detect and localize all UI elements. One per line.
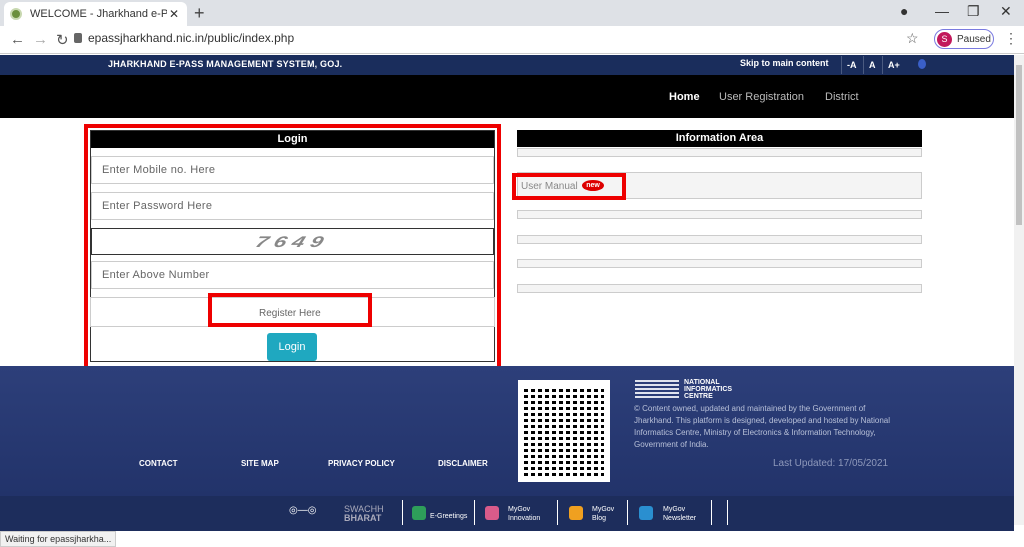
mygov-blog-icon [569,506,583,520]
profile-button[interactable]: S Paused [934,29,994,49]
main-nav: Home User Registration District [0,75,1014,118]
password-input[interactable]: Enter Password Here [91,192,494,220]
profile-status: Paused [957,33,991,45]
tab-title: WELCOME - Jharkhand e-Pass M [30,8,167,20]
address-bar: ← → ↻ epassjharkhand.nic.in/public/index… [0,26,1024,54]
back-icon[interactable]: ← [10,31,25,48]
swachh-bharat-logo[interactable]: SWACHH BHARAT [344,505,384,523]
close-tab-icon[interactable]: ✕ [167,7,181,21]
minimize-icon[interactable]: — [935,3,949,19]
footer-contact-link[interactable]: CONTACT [139,459,178,468]
info-area-title: Information Area [517,130,922,147]
site-name: JHARKHAND E-PASS MANAGEMENT SYSTEM, GOJ. [108,59,343,69]
footer-disclaimer-link[interactable]: DISCLAIMER [438,459,488,468]
info-row [517,284,922,293]
mygov-innovation-icon [485,506,499,520]
mygov-newsletter-icon [639,506,653,520]
lock-icon [74,33,82,43]
nic-name: NATIONAL INFORMATICS CENTRE [684,379,733,400]
footer-description: © Content owned, updated and maintained … [634,404,891,449]
extension-icon[interactable]: ● [900,3,908,19]
user-manual-link[interactable]: User Manual [521,181,578,192]
mygov-blog-link[interactable]: MyGov Blog [592,505,614,523]
egreetings-link[interactable]: E-Greetings [430,512,467,521]
qr-code [518,380,610,482]
contrast-icon[interactable] [918,59,926,69]
captcha-image: 7649 [91,228,494,255]
partner-links-bar [0,496,1014,531]
info-row [517,235,922,244]
forward-icon[interactable]: → [33,31,48,48]
info-row [517,259,922,268]
info-row [517,148,922,157]
nav-home[interactable]: Home [669,91,700,103]
restore-icon[interactable]: ❐ [967,3,980,20]
scrollbar-thumb[interactable] [1016,65,1022,225]
captcha-text: 7649 [252,232,333,250]
avatar: S [937,31,952,47]
divider [557,500,558,525]
new-tab-icon[interactable]: + [194,3,205,23]
divider [727,500,728,525]
browser-tab[interactable]: WELCOME - Jharkhand e-Pass M ✕ [4,2,187,26]
mygov-newsletter-link[interactable]: MyGov Newsletter [663,505,696,523]
skip-to-main-link[interactable]: Skip to main content [740,58,829,68]
divider [711,500,712,525]
nav-district[interactable]: District [825,91,859,103]
login-panel: Login Enter Mobile no. Here Enter Passwo… [90,130,495,362]
register-link[interactable]: Register Here [259,308,321,319]
font-normal-button[interactable]: A [863,56,881,74]
nav-user-registration[interactable]: User Registration [719,91,804,103]
divider [402,500,403,525]
nic-logo-icon [635,380,679,398]
login-title: Login [91,131,494,148]
top-strip: JHARKHAND E-PASS MANAGEMENT SYSTEM, GOJ.… [0,55,1014,75]
browser-tab-bar: WELCOME - Jharkhand e-Pass M ✕ + ● — ❐ ✕ [0,0,1024,26]
font-increase-button[interactable]: A+ [882,56,905,74]
captcha-input[interactable]: Enter Above Number [91,261,494,289]
browser-status-bar: Waiting for epassjharkha... [0,531,116,547]
close-window-icon[interactable]: ✕ [1000,3,1012,20]
divider [474,500,475,525]
font-decrease-button[interactable]: -A [841,56,862,74]
last-updated: Last Updated: 17/05/2021 [773,458,889,469]
divider [627,500,628,525]
swachh-glasses-icon: ◎—◎ [289,505,317,516]
menu-icon[interactable]: ⋮ [1004,30,1018,47]
reload-icon[interactable]: ↻ [56,31,69,49]
new-badge: new [582,180,604,191]
footer-privacy-link[interactable]: PRIVACY POLICY [328,459,395,468]
url-input[interactable]: epassjharkhand.nic.in/public/index.php [88,31,294,45]
footer-sitemap-link[interactable]: SITE MAP [241,459,279,468]
info-row [517,210,922,219]
page-scrollbar[interactable] [1014,55,1024,525]
site-favicon-icon [10,8,22,20]
egreetings-icon [412,506,426,520]
bookmark-star-icon[interactable]: ☆ [906,30,919,47]
mygov-innovation-link[interactable]: MyGov Innovation [508,505,540,523]
login-button[interactable]: Login [267,333,317,361]
mobile-input[interactable]: Enter Mobile no. Here [91,156,494,184]
